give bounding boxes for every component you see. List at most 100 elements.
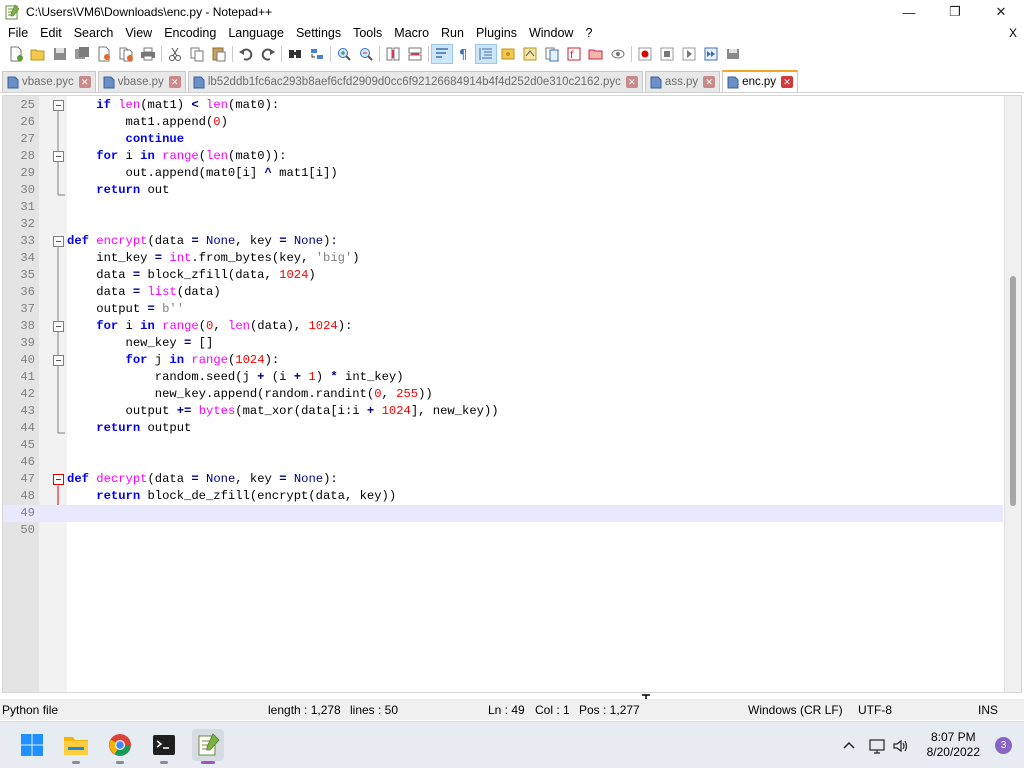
menu-view[interactable]: View (119, 24, 158, 42)
taskbar-chrome[interactable] (104, 729, 136, 764)
function-list-icon[interactable]: f (563, 44, 585, 64)
minimize-button[interactable]: — (886, 0, 932, 24)
code-line[interactable]: 31 (3, 199, 1003, 216)
menu-settings[interactable]: Settings (290, 24, 347, 42)
menu-edit[interactable]: Edit (34, 24, 68, 42)
code-line[interactable]: 43 output += bytes(mat_xor(data[i:i + 10… (3, 403, 1003, 420)
code-line[interactable]: 44 return output (3, 420, 1003, 437)
fold-toggle-icon[interactable] (53, 236, 64, 247)
play-macro-icon[interactable] (678, 44, 700, 64)
close-tab-icon[interactable]: ✕ (625, 76, 638, 88)
save-macro-icon[interactable] (722, 44, 744, 64)
clock[interactable]: 8:07 PM 8/20/2022 (927, 730, 980, 760)
open-file-icon[interactable] (27, 44, 49, 64)
undo-icon[interactable] (235, 44, 257, 64)
close-window-button[interactable]: ✕ (978, 0, 1024, 24)
run-macro-multiple-icon[interactable] (700, 44, 722, 64)
find-icon[interactable] (284, 44, 306, 64)
scrollbar-thumb[interactable] (1010, 276, 1016, 506)
word-wrap-icon[interactable] (431, 44, 453, 64)
network-icon[interactable] (868, 737, 886, 755)
menu-tools[interactable]: Tools (347, 24, 388, 42)
code-line[interactable]: 42 new_key.append(random.randint(0, 255)… (3, 386, 1003, 403)
code-line[interactable]: 50 (3, 522, 1003, 539)
menu-run[interactable]: Run (435, 24, 470, 42)
fold-toggle-icon[interactable] (53, 321, 64, 332)
new-file-icon[interactable] (5, 44, 27, 64)
code-line[interactable]: 37 output = b'' (3, 301, 1003, 318)
tab-ass-py[interactable]: ass.py ✕ (644, 71, 721, 92)
code-line[interactable]: 25 if len(mat1) < len(mat0): (3, 97, 1003, 114)
folder-workspace-icon[interactable] (585, 44, 607, 64)
print-icon[interactable] (137, 44, 159, 64)
save-icon[interactable] (49, 44, 71, 64)
code-line[interactable]: 30 return out (3, 182, 1003, 199)
code-line[interactable]: 48 return block_de_zfill(encrypt(data, k… (3, 488, 1003, 505)
code-line[interactable]: 36 data = list(data) (3, 284, 1003, 301)
redo-icon[interactable] (257, 44, 279, 64)
volume-icon[interactable] (892, 737, 910, 755)
zoom-out-icon[interactable] (355, 44, 377, 64)
code-line[interactable]: 34 int_key = int.from_bytes(key, 'big') (3, 250, 1003, 267)
menu-window[interactable]: Window (523, 24, 579, 42)
close-file-icon[interactable] (93, 44, 115, 64)
chevron-up-icon[interactable] (840, 737, 858, 755)
taskbar-file-explorer[interactable] (60, 729, 92, 764)
fold-toggle-icon[interactable] (53, 355, 64, 366)
close-tab-icon[interactable]: ✕ (78, 76, 91, 88)
save-all-icon[interactable] (71, 44, 93, 64)
paste-icon[interactable] (208, 44, 230, 64)
start-button[interactable] (16, 729, 48, 761)
show-all-characters-icon[interactable]: ¶ (453, 44, 475, 64)
document-list-icon[interactable] (541, 44, 563, 64)
user-language-icon[interactable] (497, 44, 519, 64)
tab-vbase-py[interactable]: vbase.py ✕ (97, 71, 186, 92)
fold-toggle-icon[interactable] (53, 151, 64, 162)
close-document-button[interactable]: X (1009, 24, 1017, 42)
menu-language[interactable]: Language (222, 24, 290, 42)
tab-vbase-pyc[interactable]: vbase.pyc ✕ (2, 71, 96, 92)
sync-horizontal-icon[interactable] (404, 44, 426, 64)
taskbar-notepadpp[interactable] (192, 729, 224, 764)
sync-vertical-icon[interactable] (382, 44, 404, 64)
code-line[interactable]: 33 def encrypt(data = None, key = None): (3, 233, 1003, 250)
code-line[interactable]: 45 (3, 437, 1003, 454)
replace-icon[interactable] (306, 44, 328, 64)
menu-file[interactable]: File (0, 24, 34, 42)
zoom-in-icon[interactable] (333, 44, 355, 64)
cut-icon[interactable] (164, 44, 186, 64)
vertical-scrollbar[interactable] (1004, 96, 1021, 692)
fold-toggle-icon[interactable] (53, 474, 64, 485)
code-line[interactable]: 47 def decrypt(data = None, key = None): (3, 471, 1003, 488)
code-line[interactable]: 46 (3, 454, 1003, 471)
code-line[interactable]: 39 new_key = [] (3, 335, 1003, 352)
code-line[interactable]: 41 random.seed(j + (i + 1) * int_key) (3, 369, 1003, 386)
menu-search[interactable]: Search (68, 24, 120, 42)
close-tab-icon[interactable]: ✕ (168, 76, 181, 88)
taskbar-terminal[interactable] (148, 729, 180, 764)
code-line[interactable]: 26 mat1.append(0) (3, 114, 1003, 131)
menu-help[interactable]: ? (579, 24, 598, 42)
fold-toggle-icon[interactable] (53, 100, 64, 111)
monitoring-icon[interactable] (607, 44, 629, 64)
copy-icon[interactable] (186, 44, 208, 64)
close-tab-icon[interactable]: ✕ (781, 76, 794, 88)
code-line[interactable]: 32 (3, 216, 1003, 233)
code-line[interactable]: 38 for i in range(0, len(data), 1024): (3, 318, 1003, 335)
notification-badge[interactable]: 3 (995, 737, 1012, 754)
code-line[interactable]: 49 (3, 505, 1003, 522)
menu-encoding[interactable]: Encoding (158, 24, 222, 42)
code-line[interactable]: 35 data = block_zfill(data, 1024) (3, 267, 1003, 284)
menu-macro[interactable]: Macro (388, 24, 435, 42)
code-line[interactable]: 27 continue (3, 131, 1003, 148)
document-map-icon[interactable] (519, 44, 541, 64)
code-line[interactable]: 28 for i in range(len(mat0)): (3, 148, 1003, 165)
maximize-button[interactable]: ❐ (932, 0, 978, 24)
stop-macro-icon[interactable] (656, 44, 678, 64)
close-all-icon[interactable] (115, 44, 137, 64)
close-tab-icon[interactable]: ✕ (703, 76, 716, 88)
indent-guide-icon[interactable] (475, 44, 497, 64)
tab-hash-pyc[interactable]: lb52ddb1fc6ac293b8aef6cfd2909d0cc6f92126… (187, 71, 643, 92)
tab-enc-py[interactable]: enc.py ✕ (722, 70, 799, 92)
code-line[interactable]: 40 for j in range(1024): (3, 352, 1003, 369)
